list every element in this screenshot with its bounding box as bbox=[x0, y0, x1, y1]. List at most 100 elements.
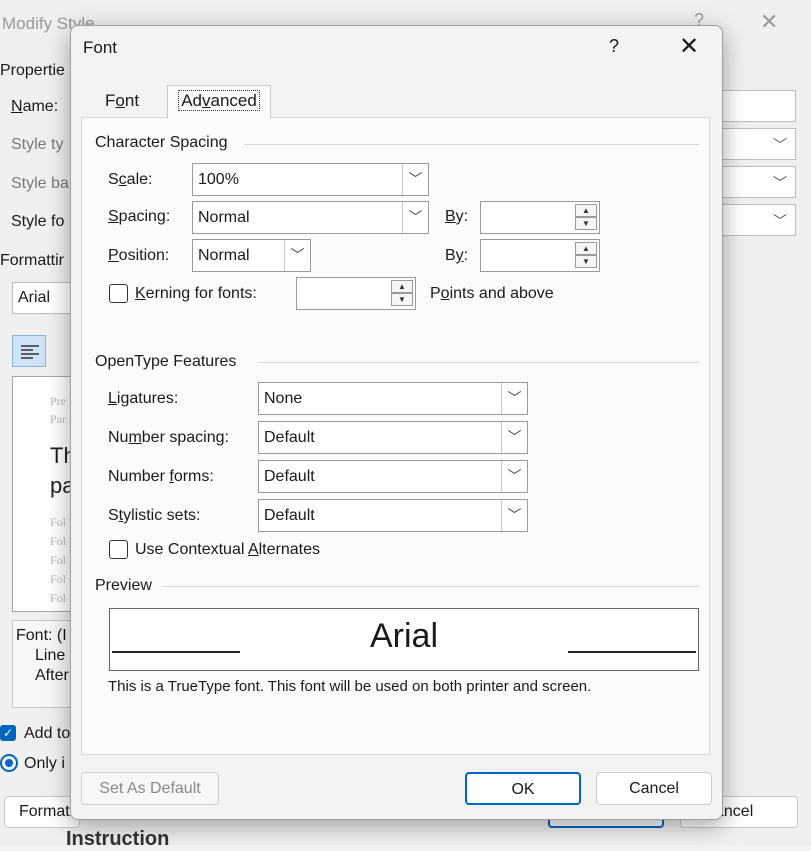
position-by-label: By: bbox=[445, 247, 469, 264]
preview-previous-text: Par bbox=[50, 412, 66, 426]
only-in-document-radio[interactable] bbox=[0, 754, 18, 772]
kerning-label: Kerning for fonts: bbox=[135, 285, 257, 302]
spacing-label: Spacing: bbox=[108, 208, 171, 225]
contextual-alternates-label: Use Contextual Alternates bbox=[135, 541, 320, 558]
position-value: Normal bbox=[198, 247, 250, 264]
spacing-dropdown[interactable]: Normal ﹀ bbox=[192, 201, 429, 234]
chevron-down-icon: ﹀ bbox=[773, 175, 787, 191]
spacing-by-label: By: bbox=[445, 208, 469, 225]
chevron-down-icon[interactable]: ﹀ bbox=[501, 383, 527, 414]
description-line: After bbox=[35, 667, 69, 684]
help-icon[interactable]: ? bbox=[609, 36, 619, 57]
section-divider bbox=[244, 144, 699, 145]
stylistic-sets-value: Default bbox=[264, 507, 315, 524]
modify-style-preview: Pre Par Th pa Fol Fol Fol Fol Fol bbox=[12, 376, 76, 612]
number-forms-dropdown[interactable]: Default ﹀ bbox=[258, 460, 528, 493]
set-as-default-button[interactable]: Set As Default bbox=[81, 772, 219, 805]
style-type-dropdown[interactable]: ﹀ bbox=[722, 128, 796, 160]
number-forms-label: Number forms: bbox=[108, 468, 214, 485]
stylistic-sets-label: Stylistic sets: bbox=[108, 507, 201, 524]
chevron-down-icon[interactable]: ﹀ bbox=[402, 164, 428, 195]
description-line: Font: (I bbox=[16, 627, 67, 644]
chevron-down-icon: ﹀ bbox=[773, 213, 787, 229]
tab-advanced[interactable]: Advanced bbox=[167, 85, 271, 118]
preview-following-text: Fol bbox=[50, 553, 67, 567]
spin-down-icon[interactable]: ▼ bbox=[575, 255, 597, 268]
kerning-checkbox[interactable] bbox=[109, 284, 128, 303]
dialog-title: Font bbox=[83, 38, 118, 57]
preview-following-text: Fol bbox=[50, 534, 67, 548]
ok-button[interactable]: OK bbox=[465, 772, 581, 805]
preview-baseline-right bbox=[568, 651, 696, 653]
formatting-label: Formattir bbox=[0, 252, 64, 269]
number-forms-value: Default bbox=[264, 468, 315, 485]
name-label: Name: bbox=[11, 98, 59, 115]
style-following-label: Style fo bbox=[11, 213, 65, 230]
scale-dropdown[interactable]: 100% ﹀ bbox=[192, 163, 429, 196]
format-button[interactable]: Format bbox=[4, 796, 80, 828]
chevron-down-icon[interactable]: ﹀ bbox=[501, 461, 527, 492]
scale-value: 100% bbox=[198, 171, 239, 188]
spin-up-icon[interactable]: ▲ bbox=[575, 242, 597, 255]
chevron-down-icon: ﹀ bbox=[773, 137, 787, 153]
style-description: Font: (I Line After bbox=[12, 620, 72, 708]
close-icon[interactable]: ✕ bbox=[675, 32, 703, 61]
style-based-dropdown[interactable]: ﹀ bbox=[722, 166, 796, 198]
scale-label: Scale: bbox=[108, 171, 153, 188]
number-spacing-value: Default bbox=[264, 429, 315, 446]
position-by-spinner[interactable]: ▲ ▼ bbox=[480, 239, 600, 272]
preview-previous-text: Pre bbox=[50, 394, 66, 408]
preview-following-text: Fol bbox=[50, 591, 67, 605]
add-to-gallery-label: Add to bbox=[24, 725, 71, 742]
spin-down-icon[interactable]: ▼ bbox=[391, 293, 413, 306]
ligatures-label: Ligatures: bbox=[108, 390, 179, 407]
section-divider bbox=[163, 586, 699, 587]
kerning-spinner[interactable]: ▲ ▼ bbox=[296, 277, 416, 310]
spin-control: ▲ ▼ bbox=[391, 280, 413, 307]
align-left-icon bbox=[21, 345, 39, 359]
style-based-label: Style ba bbox=[11, 175, 69, 192]
ligatures-dropdown[interactable]: None ﹀ bbox=[258, 382, 528, 415]
description-line: Line bbox=[35, 647, 66, 664]
spin-up-icon[interactable]: ▲ bbox=[575, 204, 597, 217]
number-spacing-label: Number spacing: bbox=[108, 429, 229, 446]
preview-following-text: Fol bbox=[50, 572, 67, 586]
spin-control: ▲ ▼ bbox=[575, 204, 597, 231]
character-spacing-heading: Character Spacing bbox=[95, 134, 228, 151]
preview-following-text: Fol bbox=[50, 515, 67, 529]
contextual-alternates-checkbox[interactable] bbox=[109, 540, 128, 559]
chevron-down-icon[interactable]: ﹀ bbox=[284, 240, 310, 271]
points-and-above-label: Points and above bbox=[430, 285, 554, 302]
opentype-features-heading: OpenType Features bbox=[95, 353, 237, 370]
preview-heading: Preview bbox=[95, 577, 152, 594]
style-following-dropdown[interactable]: ﹀ bbox=[722, 204, 796, 236]
cancel-button[interactable]: Cancel bbox=[596, 772, 712, 805]
only-in-document-label: Only i bbox=[24, 755, 65, 772]
section-divider bbox=[259, 362, 699, 363]
font-dialog: Font ? ✕ Font Advanced Character Spacing… bbox=[70, 25, 723, 820]
properties-label: Propertie bbox=[0, 62, 65, 79]
number-spacing-dropdown[interactable]: Default ﹀ bbox=[258, 421, 528, 454]
modify-style-close-icon[interactable]: ✕ bbox=[760, 9, 778, 35]
font-description: This is a TrueType font. This font will … bbox=[108, 678, 592, 695]
spacing-by-spinner[interactable]: ▲ ▼ bbox=[480, 201, 600, 234]
font-name-dropdown[interactable]: Arial bbox=[12, 282, 72, 314]
chevron-down-icon[interactable]: ﹀ bbox=[501, 500, 527, 531]
stylistic-sets-dropdown[interactable]: Default ﹀ bbox=[258, 499, 528, 532]
chevron-down-icon[interactable]: ﹀ bbox=[501, 422, 527, 453]
spin-control: ▲ ▼ bbox=[575, 242, 597, 269]
chevron-down-icon[interactable]: ﹀ bbox=[402, 202, 428, 233]
font-preview-box: Arial bbox=[109, 608, 699, 671]
spin-down-icon[interactable]: ▼ bbox=[575, 217, 597, 230]
ligatures-value: None bbox=[264, 390, 303, 407]
position-label: Position: bbox=[108, 247, 170, 264]
style-type-label: Style ty bbox=[11, 136, 64, 153]
add-to-gallery-checkbox[interactable]: ✓ bbox=[0, 725, 16, 741]
align-left-button[interactable] bbox=[12, 335, 46, 367]
name-input[interactable] bbox=[722, 90, 796, 122]
spacing-value: Normal bbox=[198, 209, 250, 226]
instruction-fragment: Instruction bbox=[66, 828, 170, 850]
tab-font[interactable]: Font bbox=[105, 91, 139, 111]
position-dropdown[interactable]: Normal ﹀ bbox=[192, 239, 311, 272]
spin-up-icon[interactable]: ▲ bbox=[391, 280, 413, 293]
